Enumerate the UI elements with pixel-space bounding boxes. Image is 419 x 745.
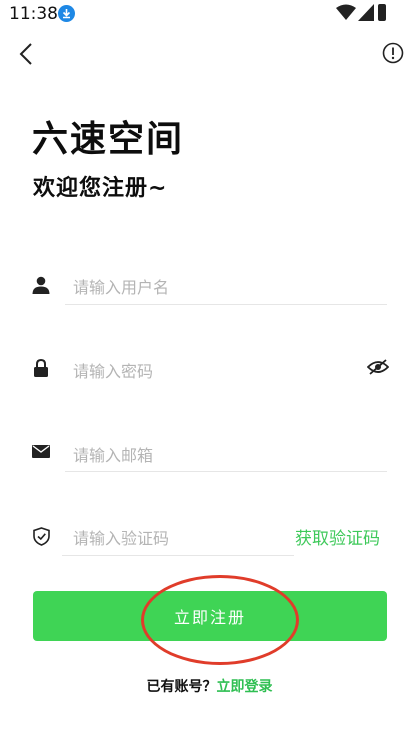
eye-off-icon[interactable] [366, 358, 390, 376]
info-circle-icon [382, 42, 404, 64]
person-icon [32, 276, 50, 294]
code-underline [62, 555, 294, 556]
battery-icon [378, 4, 386, 21]
register-button-label: 立即注册 [173, 608, 246, 627]
shield-check-icon [33, 527, 51, 546]
lock-icon [33, 358, 51, 377]
back-button[interactable] [14, 41, 40, 67]
download-icon [58, 5, 75, 22]
mail-icon [32, 444, 50, 462]
get-code-button[interactable]: 获取验证码 [295, 524, 380, 549]
password-input[interactable]: 请输入密码 [73, 358, 153, 382]
chevron-left-icon [19, 43, 32, 65]
code-input[interactable]: 请输入验证码 [73, 525, 169, 549]
register-button[interactable]: 立即注册 [33, 591, 387, 641]
login-prompt: 已有账号？立即登录 [0, 676, 419, 696]
signal-icon [358, 4, 374, 25]
email-underline [65, 471, 387, 472]
info-button[interactable] [382, 42, 404, 64]
page-title: 六速空间 [32, 119, 185, 160]
welcome-subtitle: 欢迎您注册~ [33, 176, 168, 201]
status-time: 11:38 [9, 4, 58, 24]
wifi-icon [336, 4, 356, 25]
login-question: 已有账号？ [146, 679, 217, 695]
email-input[interactable]: 请输入邮箱 [73, 442, 153, 466]
username-input[interactable]: 请输入用户名 [73, 274, 169, 298]
username-underline [65, 304, 387, 305]
login-link[interactable]: 立即登录 [217, 679, 273, 695]
